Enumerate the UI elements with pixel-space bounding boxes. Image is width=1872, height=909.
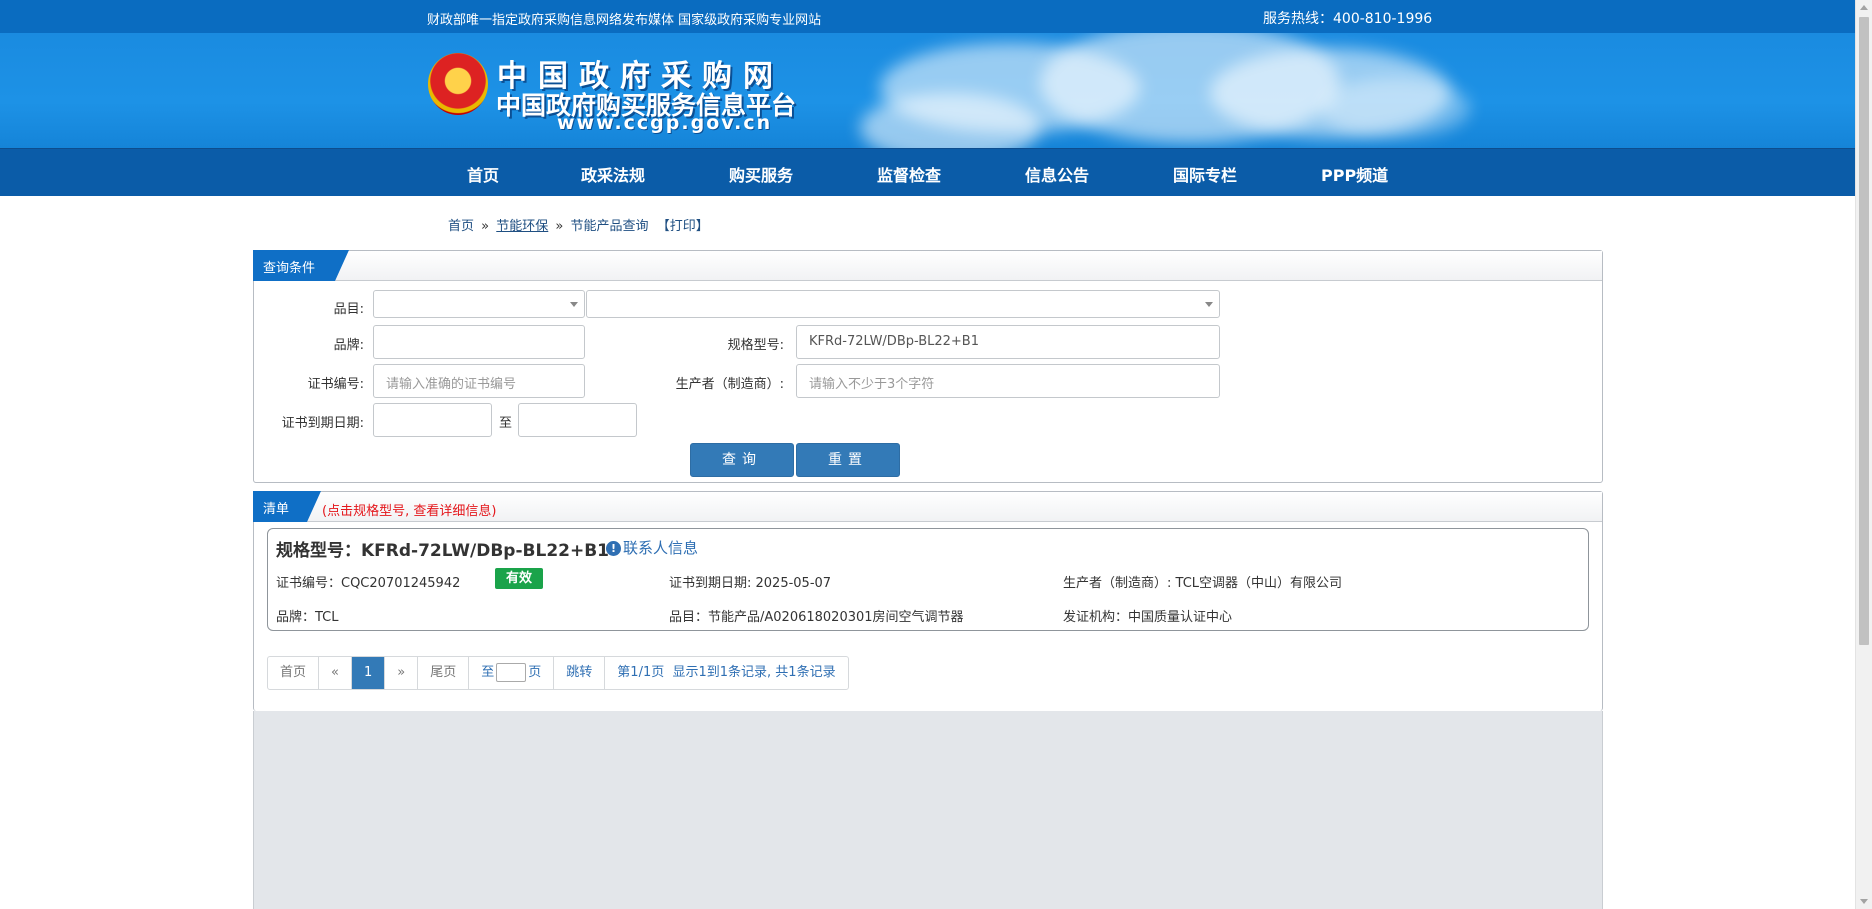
logo-url: www.ccgp.gov.cn [557,112,773,134]
result-category: 品目：节能产品/A020618020301房间空气调节器 [669,610,964,625]
jump-button[interactable]: 跳转 [554,657,606,689]
breadcrumb-separator: » [555,219,564,234]
prev-page-button[interactable]: « [319,657,352,689]
page-info: 第1/1页 [617,665,665,680]
nav-international[interactable]: 国际专栏 [1173,162,1237,186]
chevron-down-icon [1205,302,1213,307]
top-strip: 财政部唯一指定政府采购信息网络发布媒体 国家级政府采购专业网站 服务热线：400… [0,0,1855,33]
national-emblem-icon [428,53,488,115]
pagination: 首页 « 1 » 尾页 至页 跳转 第1/1页 显示1到1条记录, 共1条记录 [267,656,849,690]
result-card: 规格型号：KFRd-72LW/DBp-BL22+B1 ! 联系人信息 证书编号：C… [267,528,1589,631]
breadcrumb-home[interactable]: 首页 [448,219,474,234]
expiry-label: 证书到期日期: [281,416,364,431]
expiry-from-input[interactable] [373,403,492,437]
vertical-scrollbar[interactable] [1855,0,1872,909]
result-model-link[interactable]: 规格型号：KFRd-72LW/DBp-BL22+B1 [276,536,609,561]
contact-info-label: 联系人信息 [623,539,699,557]
scrollbar-thumb[interactable] [1859,17,1869,645]
nav-regulations[interactable]: 政采法规 [581,162,645,186]
cert-label: 证书编号: [307,377,364,392]
empty-area [253,711,1603,909]
result-brand: 品牌：TCL [276,610,339,625]
breadcrumb-separator: » [481,219,490,234]
result-cert-no: 证书编号：CQC20701245942 [276,576,461,591]
page-summary: 第1/1页 显示1到1条记录, 共1条记录 [605,657,847,689]
breadcrumb-section[interactable]: 节能环保 [496,219,548,234]
goto-suffix: 页 [528,665,542,680]
expiry-to-label: 至 [499,416,513,431]
breadcrumb-current: 节能产品查询 [570,219,649,234]
goto-page-input[interactable] [496,663,527,682]
result-issuer: 发证机构：中国质量认证中心 [1063,610,1233,625]
print-link[interactable]: 【打印】 [657,219,709,234]
goto-prefix: 至 [481,665,495,680]
service-hotline: 服务热线：400-810-1996 [1263,11,1433,27]
status-badge: 有效 [495,568,543,589]
goto-page-group: 至页 [469,657,555,689]
site-banner: 中国政府采购网 中国政府购买服务信息平台 www.ccgp.gov.cn [0,33,1855,148]
category-label: 品目: [333,302,364,317]
nav-announcements[interactable]: 信息公告 [1025,162,1089,186]
cert-input[interactable]: 请输入准确的证书编号 [373,364,585,398]
query-panel: 查询条件 品目: 品牌: 规格型号: KFRd-72LW/DBp-BL22+B1… [253,250,1603,483]
chevron-down-icon [570,302,578,307]
list-panel-header: 清单 (点击规格型号, 查看详细信息) [254,492,1602,522]
breadcrumb: 首页 » 节能环保 » 节能产品查询 【打印】 [448,215,709,234]
result-maker: 生产者（制造商）: TCL空调器（中山）有限公司 [1063,576,1343,591]
list-tab: 清单 [253,491,321,522]
maker-input[interactable]: 请输入不少于3个字符 [796,364,1220,398]
search-button[interactable]: 查询 [690,443,794,477]
scroll-up-icon[interactable] [1860,5,1868,10]
category-select-1[interactable] [373,290,585,318]
model-label: 规格型号: [727,338,784,353]
nav-supervision[interactable]: 监督检查 [877,162,941,186]
nav-ppp[interactable]: PPP频道 [1321,162,1388,186]
list-hint: (点击规格型号, 查看详细信息) [322,504,497,519]
main-nav: 首页 政采法规 购买服务 监督检查 信息公告 国际专栏 PPP频道 [0,148,1855,196]
result-expiry: 证书到期日期: 2025-05-07 [669,576,832,591]
page-1-button[interactable]: 1 [351,657,386,689]
query-tab: 查询条件 [253,250,349,281]
reset-button[interactable]: 重置 [796,443,900,477]
brand-label: 品牌: [333,338,364,353]
scroll-down-icon[interactable] [1860,899,1868,904]
next-page-button[interactable]: » [385,657,419,689]
first-page-button[interactable]: 首页 [268,657,320,689]
nav-home[interactable]: 首页 [467,162,499,186]
record-count: 显示1到1条记录, 共1条记录 [672,665,836,680]
category-select-2[interactable] [586,290,1220,318]
query-panel-header: 查询条件 [254,251,1602,281]
site-slogan: 财政部唯一指定政府采购信息网络发布媒体 国家级政府采购专业网站 [427,13,822,28]
model-input[interactable]: KFRd-72LW/DBp-BL22+B1 [796,325,1220,359]
contact-info-link[interactable]: ! 联系人信息 [606,537,698,558]
nav-purchase-services[interactable]: 购买服务 [729,162,793,186]
info-icon: ! [606,541,621,556]
expiry-to-input[interactable] [518,403,637,437]
maker-label: 生产者（制造商）: [675,377,784,392]
last-page-button[interactable]: 尾页 [418,657,470,689]
brand-input[interactable] [373,325,585,359]
